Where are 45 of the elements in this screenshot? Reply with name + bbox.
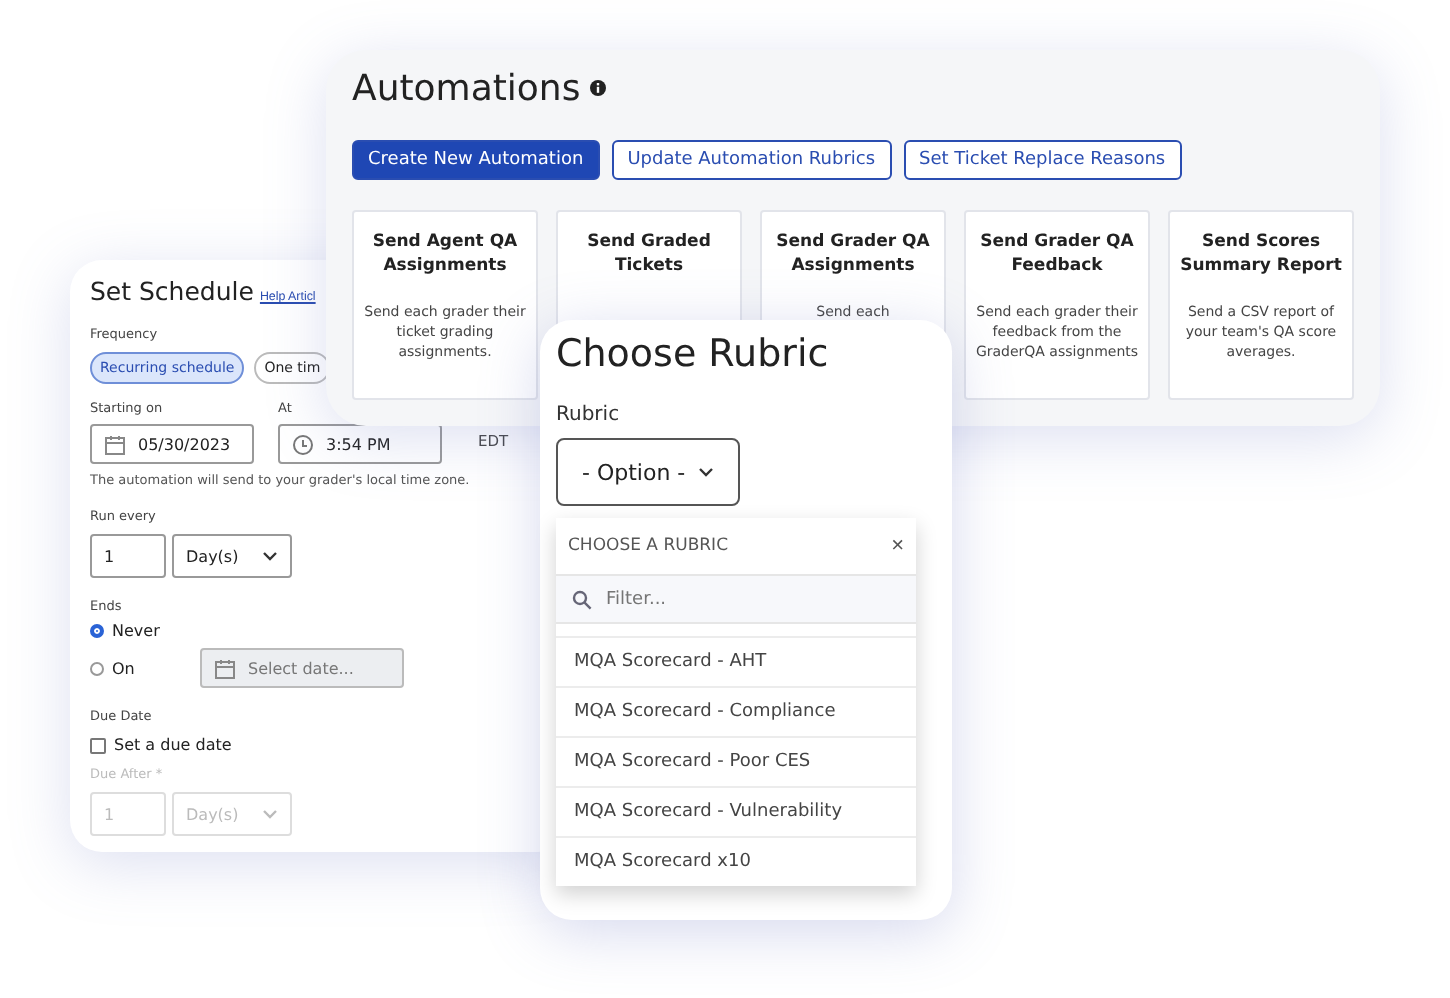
dropdown-item[interactable]: MQA Scorecard - Compliance (556, 686, 916, 736)
card-title: Send Scores Summary Report (1178, 230, 1344, 278)
calendar-icon (214, 657, 236, 679)
chevron-down-icon (697, 466, 714, 478)
field-placeholder: Select date... (248, 659, 354, 677)
dropdown-item[interactable]: MQA Scorecard - Vulnerability (556, 786, 916, 836)
card-title: Send Grader QA Assignments (774, 230, 932, 278)
field-value: 3:54 PM (326, 435, 391, 453)
action-button[interactable]: Set Ticket Replace Reasons (903, 140, 1182, 180)
info-icon (590, 80, 607, 96)
radio-label: Never (112, 622, 162, 640)
dropdown-item[interactable]: MQA Scorecard - Poor CES (556, 736, 916, 786)
unit-dropdown[interactable]: Day(s) (172, 534, 292, 578)
dropdown-value: Day(s) (186, 547, 239, 565)
number-field[interactable]: 1 (90, 534, 166, 578)
rubric-select[interactable]: - Option - (556, 438, 740, 506)
close-button[interactable]: × (891, 534, 904, 558)
card-title: Send Graded Tickets (585, 230, 713, 278)
checkbox[interactable] (90, 737, 106, 753)
radio-button[interactable] (90, 661, 104, 675)
dropdown-value: Day(s) (186, 805, 239, 823)
dropdown-item[interactable]: MQA Scorecard x10 (556, 836, 916, 886)
card-title: Send Grader QA Feedback (978, 230, 1136, 278)
action-button[interactable]: Update Automation Rubrics (611, 140, 892, 180)
search-icon (572, 589, 592, 609)
select-value: - Option - (582, 459, 686, 485)
filter-input[interactable]: Filter... (602, 587, 890, 611)
calendar-icon (104, 433, 126, 455)
panel-title: Set Schedule (90, 276, 254, 306)
field-value: 05/30/2023 (138, 435, 231, 453)
filter-field[interactable]: Filter... (556, 576, 916, 624)
dropdown-item[interactable]: MQA Scorecard - AHT (556, 636, 916, 686)
card-title: Send Agent QA Assignments (370, 230, 520, 278)
field-label: Rubric (556, 404, 622, 426)
action-button[interactable]: Create New Automation (352, 140, 600, 180)
dropdown-header: CHOOSE A RUBRIC (568, 536, 728, 556)
radio-label: On (112, 659, 137, 677)
date-field[interactable]: Select date... (200, 648, 404, 688)
page-title: Automations (352, 67, 581, 109)
checkbox-label: Set a due date (114, 736, 232, 754)
chevron-down-icon (262, 808, 278, 820)
chevron-down-icon (262, 550, 278, 562)
radio-button[interactable] (90, 624, 104, 638)
clock-icon (292, 433, 314, 455)
date-field[interactable]: 05/30/2023 (90, 424, 254, 464)
